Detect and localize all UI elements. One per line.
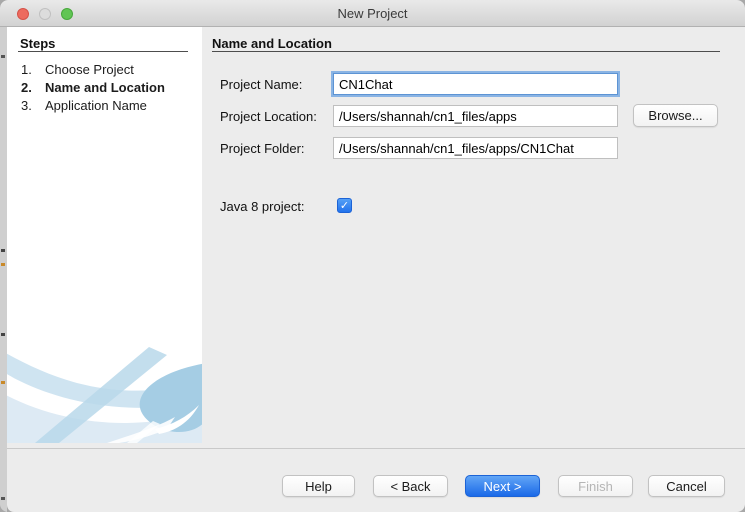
steps-list: 1. Choose Project 2. Name and Location 3…: [21, 61, 165, 115]
steps-heading-rule: [18, 51, 188, 52]
page-title: Name and Location: [212, 36, 332, 51]
step-label: Choose Project: [45, 62, 134, 77]
project-folder-input[interactable]: [333, 137, 618, 159]
dialog-body: Steps 1. Choose Project 2. Name and Loca…: [7, 27, 745, 512]
step-item-choose-project: 1. Choose Project: [21, 62, 134, 77]
step-label: Name and Location: [45, 80, 165, 95]
cancel-button[interactable]: Cancel: [648, 475, 725, 497]
project-location-input[interactable]: [333, 105, 618, 127]
footer-separator: [7, 448, 745, 449]
steps-heading: Steps: [20, 36, 56, 51]
project-name-input[interactable]: [333, 73, 618, 95]
java8-label: Java 8 project:: [220, 199, 305, 214]
finish-button: Finish: [558, 475, 633, 497]
title-bar[interactable]: New Project: [0, 0, 745, 27]
step-item-name-and-location: 2. Name and Location: [21, 80, 165, 95]
browse-button[interactable]: Browse...: [633, 104, 718, 127]
new-project-dialog: New Project Steps 1. Choose Project 2. N…: [0, 0, 745, 512]
page-title-rule: [212, 51, 720, 52]
netbeans-swoosh-watermark: [7, 347, 202, 443]
step-item-application-name: 3. Application Name: [21, 98, 147, 113]
java8-checkbox[interactable]: ✓: [337, 198, 352, 213]
help-button[interactable]: Help: [282, 475, 355, 497]
back-button[interactable]: < Back: [373, 475, 448, 497]
project-location-label: Project Location:: [220, 109, 317, 124]
step-label: Application Name: [45, 98, 147, 113]
background-window-sliver: [0, 27, 7, 512]
window-title: New Project: [337, 6, 408, 21]
next-button[interactable]: Next >: [465, 475, 540, 497]
project-folder-label: Project Folder:: [220, 141, 305, 156]
project-name-label: Project Name:: [220, 77, 303, 92]
checkmark-icon: ✓: [339, 200, 350, 212]
steps-sidebar: Steps 1. Choose Project 2. Name and Loca…: [7, 27, 202, 443]
